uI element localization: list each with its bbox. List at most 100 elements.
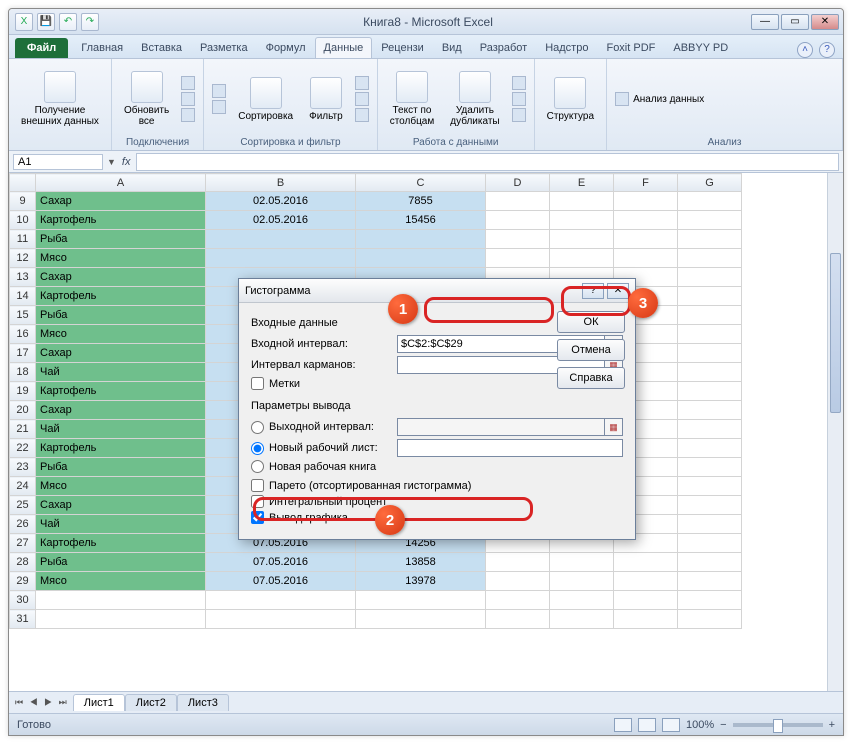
labels-checkbox[interactable] <box>251 377 264 390</box>
save-icon[interactable]: 💾 <box>37 13 55 31</box>
cell[interactable]: Рыба <box>36 458 206 477</box>
output-range-field[interactable] <box>397 418 605 436</box>
pareto-checkbox[interactable] <box>251 479 264 492</box>
new-worksheet-field[interactable] <box>397 439 623 457</box>
cumulative-checkbox[interactable] <box>251 495 264 508</box>
fx-icon[interactable]: fx <box>116 156 137 168</box>
row-header[interactable]: 13 <box>10 268 36 287</box>
ribbon-tab[interactable]: Вид <box>433 37 471 58</box>
ribbon-minimize-icon[interactable]: ˄ <box>797 42 813 58</box>
ribbon-tab[interactable]: Разметка <box>191 37 257 58</box>
cell[interactable]: Мясо <box>36 572 206 591</box>
ribbon-tab[interactable]: Данные <box>315 37 373 58</box>
row-header[interactable]: 18 <box>10 363 36 382</box>
remove-duplicates-button[interactable]: Удалить дубликаты <box>446 69 503 129</box>
cell[interactable]: Картофель <box>36 211 206 230</box>
help-icon[interactable]: ? <box>819 42 835 58</box>
row-header[interactable]: 23 <box>10 458 36 477</box>
namebox-dropdown-icon[interactable]: ▼ <box>107 157 116 167</box>
ribbon-tab[interactable]: Надстро <box>536 37 597 58</box>
cell[interactable]: 07.05.2016 <box>206 572 356 591</box>
sheet-tab[interactable]: Лист1 <box>73 694 125 711</box>
row-header[interactable]: 22 <box>10 439 36 458</box>
row-header[interactable]: 29 <box>10 572 36 591</box>
cell[interactable]: Мясо <box>36 249 206 268</box>
dialog-help-button[interactable]: ? <box>582 283 604 299</box>
maximize-button[interactable]: ▭ <box>781 14 809 30</box>
dialog-close-button[interactable]: ✕ <box>607 283 629 299</box>
redo-icon[interactable]: ↷ <box>81 13 99 31</box>
row-header[interactable]: 17 <box>10 344 36 363</box>
data-analysis-button[interactable]: Анализ данных <box>615 92 704 106</box>
cell[interactable]: Сахар <box>36 401 206 420</box>
new-workbook-radio[interactable] <box>251 460 264 473</box>
zoom-in-icon[interactable]: + <box>829 719 835 731</box>
cell[interactable]: Картофель <box>36 439 206 458</box>
cell[interactable]: 02.05.2016 <box>206 192 356 211</box>
cell[interactable]: Картофель <box>36 382 206 401</box>
output-range-radio[interactable] <box>251 421 264 434</box>
column-header[interactable]: D <box>486 174 550 192</box>
chart-output-checkbox[interactable] <box>251 511 264 524</box>
cell[interactable] <box>356 230 486 249</box>
page-break-view-button[interactable] <box>662 718 680 732</box>
column-header[interactable]: A <box>36 174 206 192</box>
refresh-all-button[interactable]: Обновить все <box>120 69 173 129</box>
column-header[interactable]: F <box>614 174 678 192</box>
ribbon-tab[interactable]: Разработ <box>471 37 536 58</box>
row-header[interactable]: 14 <box>10 287 36 306</box>
connections-item[interactable] <box>181 76 195 90</box>
ribbon-tab[interactable]: Вставка <box>132 37 191 58</box>
cell[interactable]: Рыба <box>36 553 206 572</box>
cell[interactable]: Рыба <box>36 230 206 249</box>
cell[interactable]: 07.05.2016 <box>206 553 356 572</box>
excel-icon[interactable]: X <box>15 13 33 31</box>
text-to-columns-button[interactable]: Текст по столбцам <box>386 69 439 129</box>
cell[interactable]: Мясо <box>36 477 206 496</box>
formula-input[interactable] <box>136 153 839 171</box>
cell[interactable]: Сахар <box>36 192 206 211</box>
cell[interactable]: Чай <box>36 515 206 534</box>
vertical-scrollbar[interactable] <box>827 173 843 691</box>
cell[interactable]: Чай <box>36 420 206 439</box>
cell[interactable]: Сахар <box>36 344 206 363</box>
minimize-button[interactable]: — <box>751 14 779 30</box>
cell[interactable]: Мясо <box>36 325 206 344</box>
row-header[interactable]: 9 <box>10 192 36 211</box>
ribbon-tab[interactable]: Foxit PDF <box>597 37 664 58</box>
cell[interactable] <box>356 249 486 268</box>
cell[interactable] <box>206 249 356 268</box>
row-header[interactable]: 20 <box>10 401 36 420</box>
ribbon-tab[interactable]: ABBYY PD <box>664 37 737 58</box>
row-header[interactable]: 24 <box>10 477 36 496</box>
row-header[interactable]: 19 <box>10 382 36 401</box>
cell[interactable]: Рыба <box>36 306 206 325</box>
external-data-button[interactable]: Получение внешних данных <box>17 69 103 129</box>
zoom-slider[interactable] <box>733 723 823 727</box>
ribbon-tab[interactable]: Рецензи <box>372 37 433 58</box>
normal-view-button[interactable] <box>614 718 632 732</box>
zoom-level[interactable]: 100% <box>686 719 714 731</box>
sort-az-icon[interactable] <box>212 84 226 98</box>
cell[interactable]: Картофель <box>36 534 206 553</box>
outline-button[interactable]: Структура <box>543 75 598 124</box>
cell[interactable]: 7855 <box>356 192 486 211</box>
page-layout-view-button[interactable] <box>638 718 656 732</box>
sheet-nav-icons[interactable]: ⏮ ◀ ▶ ⏭ <box>15 697 69 708</box>
file-tab[interactable]: Файл <box>15 38 68 58</box>
range-selector-icon[interactable]: ▦ <box>605 418 623 436</box>
cell[interactable]: 13978 <box>356 572 486 591</box>
row-header[interactable]: 21 <box>10 420 36 439</box>
cell[interactable]: Картофель <box>36 287 206 306</box>
cell[interactable]: 13858 <box>356 553 486 572</box>
zoom-out-icon[interactable]: − <box>720 719 726 731</box>
cell[interactable]: 02.05.2016 <box>206 211 356 230</box>
row-header[interactable]: 31 <box>10 610 36 629</box>
help-button[interactable]: Справка <box>557 367 625 389</box>
row-header[interactable]: 15 <box>10 306 36 325</box>
row-header[interactable]: 16 <box>10 325 36 344</box>
ribbon-tab[interactable]: Главная <box>72 37 132 58</box>
row-header[interactable]: 26 <box>10 515 36 534</box>
cell[interactable]: Сахар <box>36 268 206 287</box>
ribbon-tab[interactable]: Формул <box>257 37 315 58</box>
